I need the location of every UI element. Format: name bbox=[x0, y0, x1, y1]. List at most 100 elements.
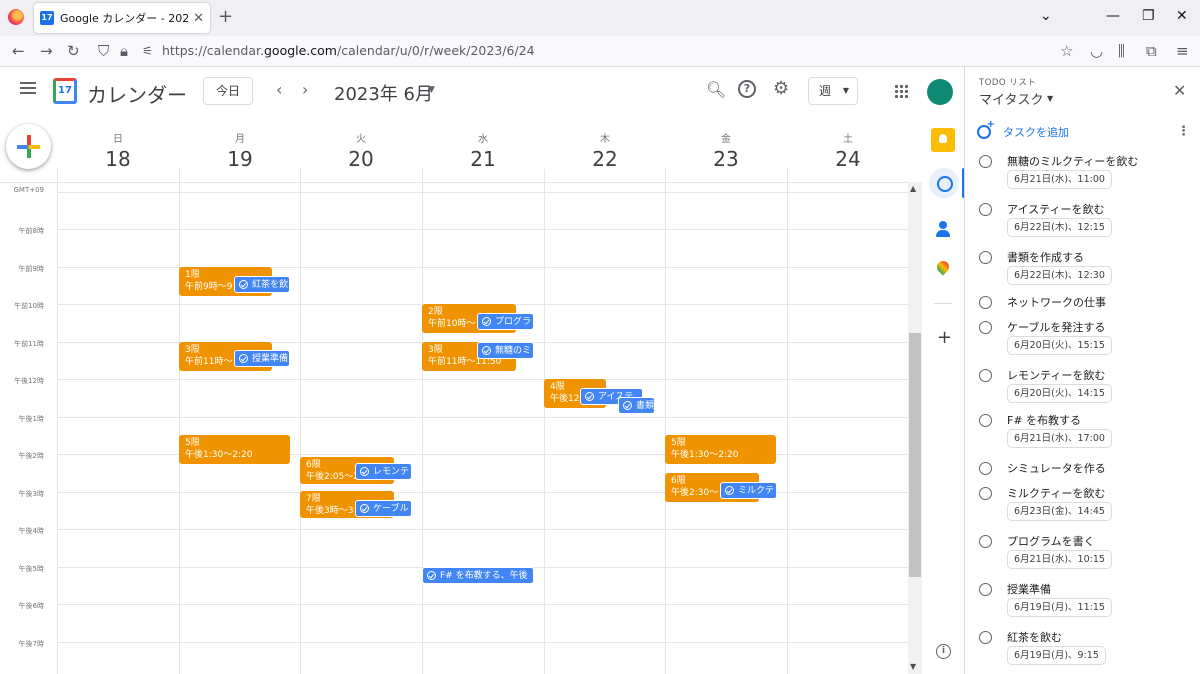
task-complete-radio[interactable] bbox=[979, 321, 992, 334]
task-complete-radio[interactable] bbox=[979, 583, 992, 596]
task-complete-radio[interactable] bbox=[979, 462, 992, 475]
forward-icon[interactable]: → bbox=[40, 42, 53, 60]
firefox-logo-icon[interactable] bbox=[8, 9, 24, 25]
day-number[interactable]: 19 bbox=[179, 147, 301, 171]
task-check-icon bbox=[239, 354, 248, 363]
extensions-icon[interactable]: ⧉ bbox=[1146, 42, 1157, 60]
task-date-chip[interactable]: 6月21日(水)、17:00 bbox=[1007, 429, 1112, 448]
scrollbar-thumb[interactable] bbox=[909, 333, 921, 577]
menu-icon[interactable]: ≡ bbox=[1176, 42, 1189, 60]
day-of-week: 月 bbox=[235, 134, 245, 145]
task-chip[interactable]: プログラ bbox=[477, 313, 534, 330]
task-date-chip[interactable]: 6月20日(火)、14:15 bbox=[1007, 384, 1112, 403]
scroll-up-icon[interactable]: ▲ bbox=[910, 184, 916, 193]
more-options-icon[interactable]: ⋮ bbox=[1177, 124, 1190, 139]
create-button[interactable] bbox=[6, 124, 51, 169]
previous-week-icon[interactable]: ‹ bbox=[276, 80, 282, 99]
minimize-icon[interactable]: — bbox=[1106, 8, 1120, 24]
day-number[interactable]: 22 bbox=[544, 147, 666, 171]
url-bar[interactable]: https://calendar.google.com/calendar/u/0… bbox=[162, 43, 535, 58]
pocket-icon[interactable]: ◡ bbox=[1090, 42, 1103, 60]
task-title: ケーブルを発注する bbox=[1007, 321, 1106, 334]
task-complete-radio[interactable] bbox=[979, 369, 992, 382]
tasks-icon[interactable] bbox=[929, 168, 959, 198]
shield-icon[interactable]: ⛉ bbox=[98, 42, 109, 60]
task-list-title[interactable]: マイタスク bbox=[979, 89, 1043, 108]
bookmark-star-icon[interactable]: ☆ bbox=[1060, 42, 1073, 60]
browser-tab[interactable]: 17 Google カレンダー - 2023年 6月 1 ✕ bbox=[34, 3, 210, 33]
day-number[interactable]: 18 bbox=[57, 147, 179, 171]
view-select[interactable]: 週 ▼ bbox=[808, 77, 858, 105]
task-complete-radio[interactable] bbox=[979, 631, 992, 644]
today-button[interactable]: 今日 bbox=[203, 77, 253, 105]
contacts-icon[interactable] bbox=[931, 219, 955, 243]
help-icon[interactable]: ? bbox=[738, 80, 756, 98]
task-complete-radio[interactable] bbox=[979, 414, 992, 427]
task-date-chip[interactable]: 6月21日(水)、11:00 bbox=[1007, 170, 1112, 189]
task-date-chip[interactable]: 6月21日(水)、10:15 bbox=[1007, 550, 1112, 569]
task-complete-radio[interactable] bbox=[979, 203, 992, 216]
task-complete-radio[interactable] bbox=[979, 251, 992, 264]
task-chip-title: 書類 bbox=[636, 400, 655, 411]
next-week-icon[interactable]: › bbox=[302, 80, 308, 99]
google-apps-icon[interactable] bbox=[894, 84, 908, 98]
close-tab-icon[interactable]: ✕ bbox=[193, 11, 204, 26]
maps-icon[interactable] bbox=[931, 259, 955, 283]
day-number[interactable]: 20 bbox=[300, 147, 422, 171]
hour-label: 午後12時 bbox=[14, 377, 44, 385]
add-task-button[interactable]: タスクを追加 bbox=[977, 119, 1069, 140]
permissions-icon[interactable]: ⚟ bbox=[142, 44, 153, 58]
tab-list-icon[interactable]: ⌄ bbox=[1040, 8, 1052, 24]
task-chip[interactable]: ケーブル bbox=[355, 500, 412, 517]
task-date-chip[interactable]: 6月19日(月)、9:15 bbox=[1007, 646, 1106, 665]
calendar-event[interactable]: 5限 午後1:30～2:20 bbox=[179, 435, 290, 464]
task-chip[interactable]: レモンテ bbox=[355, 463, 412, 480]
task-chip[interactable]: 授業準備 bbox=[234, 350, 290, 367]
divider bbox=[57, 492, 908, 493]
add-addon-icon[interactable]: + bbox=[937, 327, 952, 348]
main-menu-icon[interactable] bbox=[20, 82, 36, 94]
task-chip[interactable]: ミルクテ bbox=[720, 482, 777, 499]
day-number[interactable]: 23 bbox=[665, 147, 787, 171]
task-chip[interactable]: F# を布教する、午後 bbox=[422, 567, 534, 584]
divider bbox=[57, 229, 908, 230]
task-complete-radio[interactable] bbox=[979, 487, 992, 500]
calendar-favicon-icon: 17 bbox=[40, 11, 54, 25]
task-chip[interactable]: 書類 bbox=[618, 397, 655, 414]
task-complete-radio[interactable] bbox=[979, 296, 992, 309]
month-title[interactable]: 2023年 6月 bbox=[334, 80, 433, 106]
hour-label: 午後3時 bbox=[18, 490, 44, 498]
week-grid[interactable]: GMT+09 午前8時 午前9時 午前10時 午前11時 午後12時 午後1時 … bbox=[0, 182, 908, 674]
task-date-chip[interactable]: 6月22日(木)、12:30 bbox=[1007, 266, 1112, 285]
task-date-chip[interactable]: 6月20日(火)、15:15 bbox=[1007, 336, 1112, 355]
day-number[interactable]: 21 bbox=[422, 147, 544, 171]
task-chip[interactable]: 紅茶を飲 bbox=[234, 276, 290, 293]
chevron-down-icon[interactable]: ▼ bbox=[1047, 94, 1053, 103]
scroll-down-icon[interactable]: ▼ bbox=[910, 662, 916, 671]
task-date-chip[interactable]: 6月22日(木)、12:15 bbox=[1007, 218, 1112, 237]
divider bbox=[665, 169, 666, 182]
lock-icon[interactable]: 🔒︎ bbox=[120, 42, 128, 60]
close-icon[interactable]: ✕ bbox=[1173, 81, 1186, 100]
keep-icon[interactable] bbox=[931, 128, 955, 152]
task-complete-radio[interactable] bbox=[979, 535, 992, 548]
tab-title: Google カレンダー - 2023年 6月 1 bbox=[60, 12, 190, 25]
info-icon[interactable]: i bbox=[936, 644, 951, 659]
avatar[interactable] bbox=[927, 79, 953, 105]
calendar-event[interactable]: 5限 午後1:30～2:20 bbox=[665, 435, 776, 464]
task-date-chip[interactable]: 6月23日(金)、14:45 bbox=[1007, 502, 1112, 521]
library-icon[interactable]: ⫼ bbox=[1118, 42, 1125, 60]
restore-icon[interactable]: ❐ bbox=[1142, 8, 1155, 24]
task-check-icon bbox=[482, 346, 491, 355]
close-window-icon[interactable]: ✕ bbox=[1176, 8, 1188, 24]
back-icon[interactable]: ← bbox=[12, 42, 25, 60]
search-icon[interactable]: 🔍︎ bbox=[706, 80, 726, 99]
reload-icon[interactable]: ↻ bbox=[67, 42, 80, 60]
task-complete-radio[interactable] bbox=[979, 155, 992, 168]
task-date-chip[interactable]: 6月19日(月)、11:15 bbox=[1007, 598, 1112, 617]
new-tab-icon[interactable]: + bbox=[218, 6, 233, 27]
month-dropdown-icon[interactable]: ▼ bbox=[428, 85, 435, 95]
day-number[interactable]: 24 bbox=[787, 147, 909, 171]
task-chip[interactable]: 無糖のミ bbox=[477, 342, 534, 359]
gear-icon[interactable]: ⚙ bbox=[773, 78, 789, 99]
